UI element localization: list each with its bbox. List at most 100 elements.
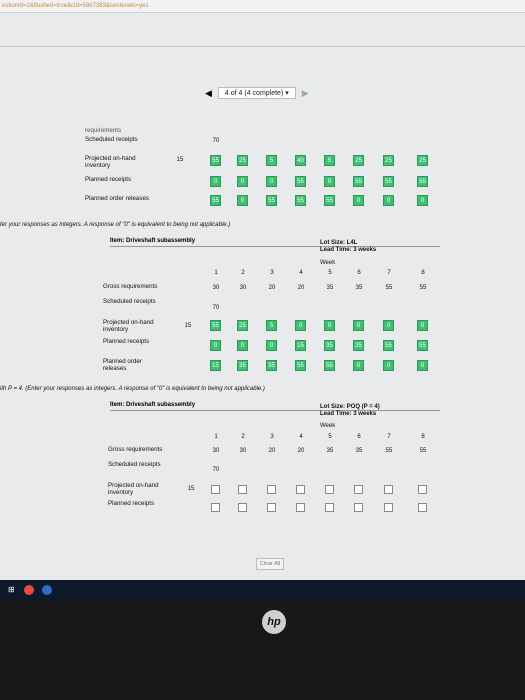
answer-box[interactable]: 0 [383, 195, 394, 206]
answer-box[interactable]: 35 [324, 340, 335, 351]
answer-box[interactable]: 0 [237, 195, 248, 206]
answer-box[interactable]: 0 [417, 320, 428, 331]
answer-box[interactable]: 55 [295, 176, 306, 187]
week-number: 1 [214, 434, 218, 440]
input-box[interactable] [354, 485, 363, 494]
answer-box[interactable]: 0 [353, 360, 364, 371]
answer-box[interactable]: 5 [266, 155, 277, 166]
table-cell: 55 [385, 448, 393, 454]
windows-icon[interactable]: ⊞ [8, 585, 18, 595]
answer-box[interactable]: 5 [324, 155, 335, 166]
week-number: 4 [299, 434, 303, 440]
week-number: 8 [421, 270, 425, 276]
table-cell: 35 [355, 448, 363, 454]
answer-box[interactable]: 25 [417, 155, 428, 166]
start-value: 15 [187, 486, 195, 492]
divider [0, 46, 525, 47]
input-box[interactable] [267, 485, 276, 494]
answer-box[interactable]: 55 [383, 176, 394, 187]
week-number: 3 [270, 434, 274, 440]
next-arrow-icon[interactable]: ▶ [302, 88, 309, 99]
input-box[interactable] [267, 503, 276, 512]
answer-box[interactable]: 0 [324, 320, 335, 331]
input-box[interactable] [354, 503, 363, 512]
answer-box[interactable]: 25 [237, 155, 248, 166]
app-icon[interactable] [42, 585, 52, 595]
row-label: Planned order releases [85, 195, 149, 202]
answer-box[interactable]: 0 [266, 176, 277, 187]
answer-box[interactable]: 55 [295, 360, 306, 371]
monitor-bezel [0, 600, 525, 700]
week-number: 4 [299, 270, 303, 276]
answer-box[interactable]: 55 [295, 195, 306, 206]
lot-size: Lot Size: L4L [320, 240, 358, 246]
week-number: 6 [357, 434, 361, 440]
clear-all-button[interactable]: Clear All [256, 558, 284, 570]
row-label: Scheduled receipts [108, 461, 161, 468]
answer-box[interactable]: 55 [417, 176, 428, 187]
answer-box[interactable]: 55 [266, 195, 277, 206]
row-label: Projected on-hand inventory [103, 319, 154, 333]
answer-box[interactable]: 15 [210, 360, 221, 371]
input-box[interactable] [384, 485, 393, 494]
answer-box[interactable]: 0 [383, 320, 394, 331]
answer-box[interactable]: 5 [266, 320, 277, 331]
input-box[interactable] [418, 485, 427, 494]
answer-box[interactable]: 55 [383, 340, 394, 351]
answer-box[interactable]: 0 [295, 320, 306, 331]
answer-box[interactable]: 0 [210, 340, 221, 351]
input-box[interactable] [211, 503, 220, 512]
url-bar[interactable]: estionId=2&flushed=true&cId=5867383&cent… [0, 0, 525, 13]
week-number: 3 [270, 270, 274, 276]
answer-box[interactable]: 55 [353, 176, 364, 187]
answer-box[interactable]: 55 [210, 320, 221, 331]
answer-box[interactable]: 55 [210, 195, 221, 206]
question-nav: ◀ 4 of 4 (4 complete) ▾ ▶ [205, 86, 309, 100]
input-box[interactable] [418, 503, 427, 512]
week-number: 7 [387, 270, 391, 276]
answer-box[interactable]: 25 [353, 155, 364, 166]
input-box[interactable] [296, 485, 305, 494]
answer-box[interactable]: 0 [417, 360, 428, 371]
input-box[interactable] [384, 503, 393, 512]
table-cell: 35 [326, 448, 334, 454]
answer-box[interactable]: 25 [237, 320, 248, 331]
answer-box[interactable]: 35 [237, 360, 248, 371]
answer-box[interactable]: 35 [266, 360, 277, 371]
answer-box[interactable]: 0 [266, 340, 277, 351]
answer-box[interactable]: 0 [353, 320, 364, 331]
chrome-icon[interactable] [24, 585, 34, 595]
answer-box[interactable]: 0 [353, 195, 364, 206]
row-label: Planned order releases [103, 358, 142, 372]
answer-box[interactable]: 40 [295, 155, 306, 166]
prev-arrow-icon[interactable]: ◀ [205, 88, 212, 99]
hp-logo-icon: hp [262, 610, 286, 634]
week-number: 1 [214, 270, 218, 276]
answer-box[interactable]: 0 [237, 176, 248, 187]
answer-box[interactable]: 55 [324, 360, 335, 371]
row-label: Planned receipts [108, 500, 155, 507]
input-box[interactable] [296, 503, 305, 512]
input-box[interactable] [238, 503, 247, 512]
lot-info: Lot Size: POQ (P = 4) Lead Time: 3 weeks [320, 404, 380, 418]
week-number: 2 [241, 434, 245, 440]
answer-box[interactable]: 0 [324, 176, 335, 187]
answer-box[interactable]: 55 [417, 340, 428, 351]
progress-select[interactable]: 4 of 4 (4 complete) ▾ [217, 87, 296, 99]
answer-box[interactable]: 55 [324, 195, 335, 206]
answer-box[interactable]: 0 [417, 195, 428, 206]
input-box[interactable] [238, 485, 247, 494]
input-box[interactable] [325, 503, 334, 512]
answer-box[interactable]: 0 [383, 360, 394, 371]
week-number: 8 [421, 434, 425, 440]
input-box[interactable] [211, 485, 220, 494]
answer-box[interactable]: 35 [353, 340, 364, 351]
week-number: 5 [328, 434, 332, 440]
answer-box[interactable]: 0 [210, 176, 221, 187]
input-box[interactable] [325, 485, 334, 494]
answer-box[interactable]: 55 [210, 155, 221, 166]
answer-box[interactable]: 15 [295, 340, 306, 351]
answer-box[interactable]: 25 [383, 155, 394, 166]
answer-box[interactable]: 0 [237, 340, 248, 351]
lead-time: Lead Time: 3 weeks [320, 411, 377, 417]
